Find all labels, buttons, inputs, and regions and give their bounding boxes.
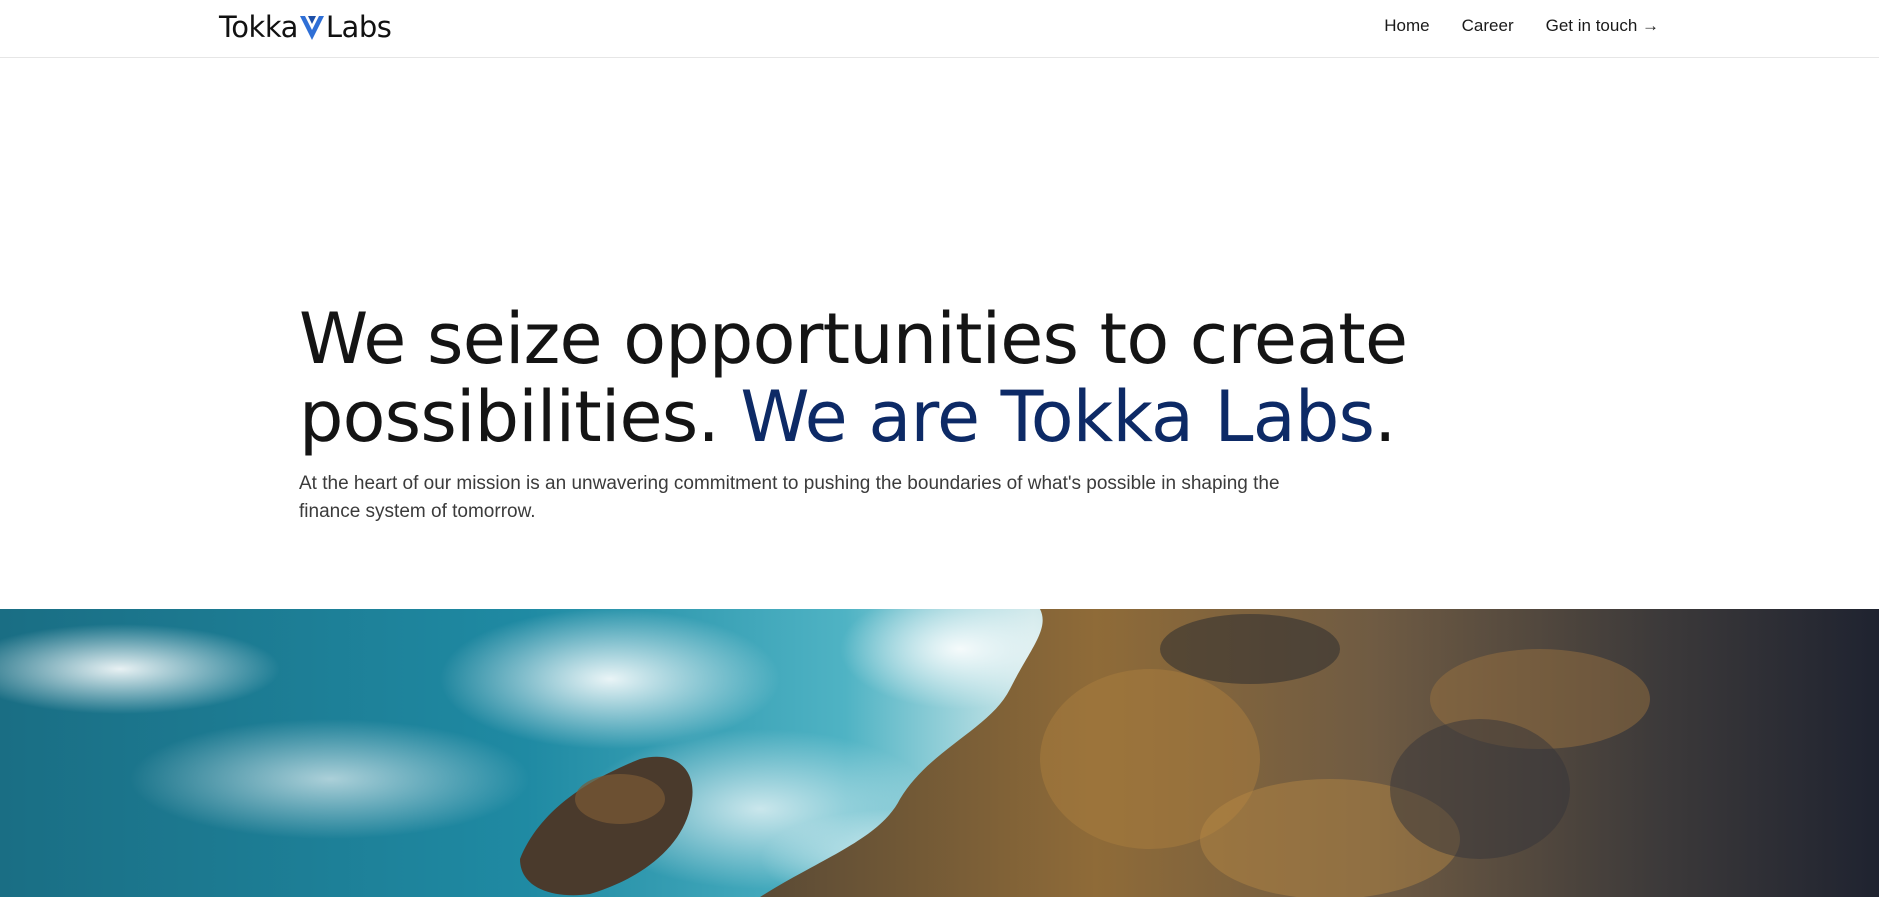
site-header: Tokka Labs Home Career Get in touch → (0, 0, 1879, 58)
headline-line-1: We seize opportunities to create (299, 298, 1408, 380)
coastline-illustration (0, 609, 1879, 897)
coastline-aerial-image (0, 609, 1879, 897)
tokka-v-mark-icon (299, 16, 324, 40)
nav-career-link[interactable]: Career (1462, 16, 1514, 36)
tokka-labs-logo[interactable]: Tokka Labs (219, 9, 392, 45)
logo-text-left: Tokka (219, 10, 298, 44)
nav-home-link[interactable]: Home (1384, 16, 1429, 36)
nav-get-in-touch-link[interactable]: Get in touch → (1546, 16, 1659, 36)
logo-text-right: Labs (325, 10, 392, 44)
headline-line-2-start: possibilities. (299, 376, 741, 458)
headline-accent: We are Tokka Labs (740, 376, 1375, 458)
main-nav: Home Career Get in touch → (1384, 16, 1659, 36)
hero-headline: We seize opportunities to create possibil… (299, 300, 1419, 456)
hero-subtext: At the heart of our mission is an unwave… (299, 473, 1280, 522)
hero-section: We seize opportunities to create possibil… (299, 300, 1419, 526)
headline-end: . (1374, 376, 1396, 458)
